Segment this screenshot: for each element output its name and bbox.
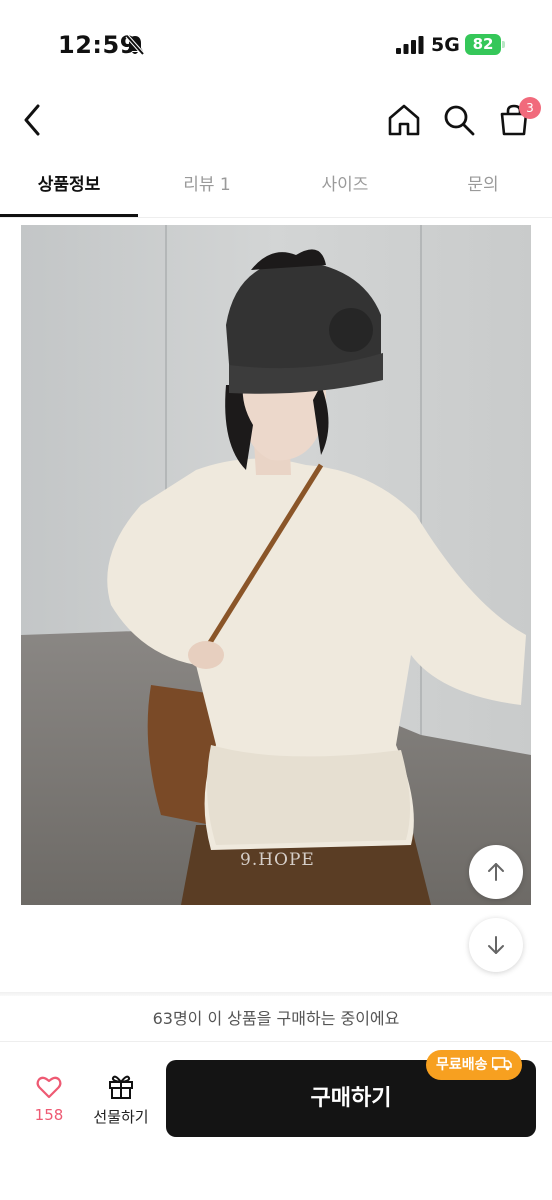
- tab-inquiry[interactable]: 문의: [414, 158, 552, 216]
- search-icon[interactable]: [441, 102, 477, 138]
- scroll-to-top-button[interactable]: [469, 845, 523, 899]
- product-photo: [21, 225, 531, 905]
- home-icon[interactable]: [386, 102, 422, 138]
- top-nav: [0, 90, 552, 150]
- battery-icon: 82: [465, 34, 505, 55]
- gift-button[interactable]: 선물하기: [88, 1070, 154, 1130]
- signal-icon: [396, 36, 424, 54]
- photo-watermark: 9.HOPE: [240, 850, 315, 870]
- tab-reviews[interactable]: 리뷰 1: [138, 158, 276, 216]
- status-bar: 12:59 5G 82: [0, 0, 552, 90]
- gift-icon: [109, 1075, 133, 1099]
- battery-level: 82: [472, 35, 494, 53]
- tab-product-info[interactable]: 상품정보: [0, 158, 138, 216]
- heart-icon: [36, 1076, 62, 1099]
- product-tabs: 상품정보 리뷰 1 사이즈 문의: [0, 158, 552, 218]
- buying-now-notice: 63명이 이 상품을 구매하는 중이에요: [0, 996, 552, 1042]
- free-shipping-badge: 무료배송: [426, 1050, 522, 1080]
- like-count: 158: [34, 1106, 64, 1124]
- scroll-down-button[interactable]: [469, 918, 523, 972]
- bell-slash-icon: [125, 34, 145, 56]
- back-arrow-icon[interactable]: [20, 102, 46, 138]
- network-label: 5G: [431, 34, 460, 56]
- tab-size[interactable]: 사이즈: [276, 158, 414, 216]
- arrow-down-icon: [488, 936, 504, 954]
- arrow-up-icon: [488, 863, 504, 881]
- free-shipping-label: 무료배송: [436, 1057, 488, 1073]
- cart-count-badge: 3: [519, 97, 541, 119]
- like-button[interactable]: 158: [20, 1070, 78, 1130]
- truck-icon: [491, 1057, 512, 1071]
- gift-label: 선물하기: [93, 1108, 149, 1126]
- active-tab-indicator: [0, 214, 138, 217]
